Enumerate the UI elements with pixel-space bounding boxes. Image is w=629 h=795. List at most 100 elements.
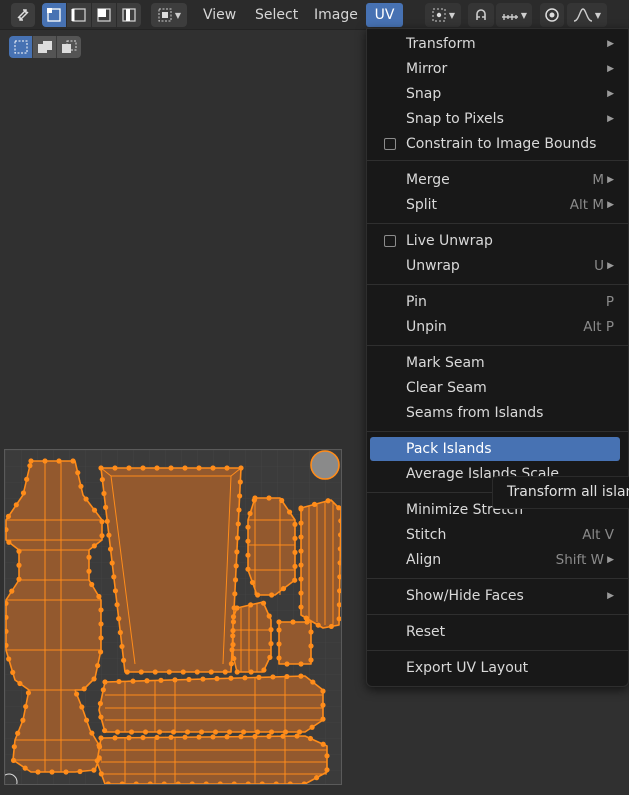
uv-vertex[interactable] bbox=[230, 614, 237, 620]
menu-item-merge[interactable]: Merge M ▶ bbox=[370, 168, 620, 192]
uv-vertex[interactable] bbox=[276, 655, 282, 661]
uv-vertex[interactable] bbox=[13, 502, 19, 508]
uv-vertex[interactable] bbox=[298, 562, 304, 568]
pivot-dropdown[interactable]: ▼ bbox=[425, 3, 461, 27]
uv-vertex[interactable] bbox=[98, 771, 104, 777]
uv-vertex[interactable] bbox=[235, 521, 241, 527]
uv-island[interactable] bbox=[300, 499, 341, 629]
uv-vertex[interactable] bbox=[97, 649, 104, 655]
uv-vertex[interactable] bbox=[245, 566, 251, 572]
uv-vertex[interactable] bbox=[270, 674, 276, 680]
uv-vertex[interactable] bbox=[210, 734, 216, 740]
uv-vertex[interactable] bbox=[266, 613, 272, 619]
uv-vertex[interactable] bbox=[109, 560, 115, 566]
uv-vertex[interactable] bbox=[256, 674, 262, 680]
uv-vertex[interactable] bbox=[6, 539, 12, 545]
uv-vertex[interactable] bbox=[234, 535, 241, 541]
uv-vertex[interactable] bbox=[308, 657, 314, 663]
uv-vertex[interactable] bbox=[79, 704, 85, 710]
uv-vertex[interactable] bbox=[83, 496, 89, 502]
uv-vertex[interactable] bbox=[112, 588, 119, 594]
uv-island[interactable] bbox=[310, 450, 340, 480]
uv-vertex[interactable] bbox=[152, 669, 158, 675]
uv-vertex[interactable] bbox=[320, 716, 326, 722]
menu-item-pin[interactable]: Pin P bbox=[370, 290, 620, 314]
uv-sync-selection-button[interactable] bbox=[11, 3, 35, 27]
uv-vertex[interactable] bbox=[107, 546, 114, 552]
uv-vertex[interactable] bbox=[224, 465, 230, 471]
uv-island[interactable] bbox=[5, 460, 103, 773]
uv-vertex[interactable] bbox=[336, 505, 341, 511]
uv-vertex[interactable] bbox=[200, 676, 206, 682]
uv-island[interactable] bbox=[100, 467, 242, 673]
uv-vertex[interactable] bbox=[74, 691, 80, 697]
select-subtract-button[interactable] bbox=[57, 36, 81, 58]
uv-vertex[interactable] bbox=[144, 678, 150, 684]
uv-vertex[interactable] bbox=[276, 619, 282, 625]
uv-vertex[interactable] bbox=[102, 679, 108, 685]
uv-vertex[interactable] bbox=[231, 655, 237, 662]
uv-vertex[interactable] bbox=[196, 734, 202, 740]
menu-item-snap[interactable]: Snap ▶ bbox=[370, 82, 620, 106]
uv-vertex[interactable] bbox=[98, 714, 104, 720]
uv-vertex[interactable] bbox=[49, 769, 55, 775]
uv-vertex[interactable] bbox=[154, 465, 160, 471]
uv-vertex[interactable] bbox=[130, 678, 136, 684]
uv-vertex[interactable] bbox=[24, 476, 30, 482]
uv-island[interactable] bbox=[232, 601, 272, 673]
uv-vertex[interactable] bbox=[10, 757, 17, 763]
uv-vertex[interactable] bbox=[251, 497, 257, 503]
uv-vertex[interactable] bbox=[214, 676, 220, 682]
uv-vertex[interactable] bbox=[267, 654, 273, 660]
uv-vertex[interactable] bbox=[128, 729, 135, 735]
uv-vertex[interactable] bbox=[210, 465, 216, 471]
menu-item-reset[interactable]: Reset bbox=[370, 620, 620, 644]
uv-vertex[interactable] bbox=[307, 735, 314, 742]
select-edge-button[interactable] bbox=[67, 3, 91, 27]
uv-vertex[interactable] bbox=[126, 465, 132, 471]
uv-vertex[interactable] bbox=[309, 724, 315, 730]
menu-item-constrain-to-image-bounds[interactable]: Constrain to Image Bounds bbox=[370, 132, 620, 156]
uv-vertex[interactable] bbox=[27, 463, 33, 469]
uv-vertex[interactable] bbox=[308, 629, 314, 635]
uv-vertex[interactable] bbox=[98, 465, 104, 471]
uv-vertex[interactable] bbox=[20, 717, 26, 723]
uv-vertex[interactable] bbox=[56, 458, 62, 464]
proportional-edit-toggle[interactable] bbox=[540, 3, 564, 27]
uv-vertex[interactable] bbox=[121, 657, 127, 663]
sticky-selection-dropdown[interactable]: ▼ bbox=[151, 3, 187, 27]
uv-vertex[interactable] bbox=[280, 586, 287, 592]
uv-vertex[interactable] bbox=[234, 605, 240, 611]
snap-toggle[interactable] bbox=[468, 3, 494, 27]
uv-vertex[interactable] bbox=[290, 619, 296, 625]
uv-vertex[interactable] bbox=[91, 543, 97, 549]
uv-vertex[interactable] bbox=[17, 680, 23, 687]
uv-vertex[interactable] bbox=[294, 733, 300, 739]
uv-vertex[interactable] bbox=[111, 574, 117, 580]
uv-vertex[interactable] bbox=[298, 590, 304, 596]
uv-island[interactable] bbox=[96, 735, 328, 784]
menu-view[interactable]: View bbox=[203, 0, 236, 30]
uv-vertex[interactable] bbox=[170, 729, 177, 735]
uv-vertex[interactable] bbox=[208, 669, 214, 675]
uv-vertex[interactable] bbox=[245, 538, 251, 544]
uv-vertex[interactable] bbox=[304, 619, 310, 625]
uv-vertex[interactable] bbox=[315, 622, 321, 628]
uv-vertex[interactable] bbox=[168, 465, 174, 471]
uv-vertex[interactable] bbox=[261, 667, 267, 673]
menu-item-split[interactable]: Split Alt M ▶ bbox=[370, 193, 620, 217]
uv-vertex[interactable] bbox=[99, 533, 105, 539]
uv-vertex[interactable] bbox=[237, 493, 243, 499]
uv-vertex[interactable] bbox=[16, 548, 22, 554]
uv-vertex[interactable] bbox=[236, 507, 242, 513]
uv-vertex[interactable] bbox=[266, 495, 272, 501]
uv-vertex[interactable] bbox=[298, 520, 304, 526]
uv-vertex[interactable] bbox=[292, 535, 298, 541]
uv-vertex[interactable] bbox=[98, 735, 104, 741]
uv-vertex[interactable] bbox=[320, 741, 326, 747]
uv-island[interactable] bbox=[278, 621, 312, 665]
uv-vertex[interactable] bbox=[238, 734, 244, 740]
uv-vertex[interactable] bbox=[230, 633, 236, 639]
uv-vertex[interactable] bbox=[248, 602, 254, 608]
uv-vertex[interactable] bbox=[94, 758, 100, 764]
